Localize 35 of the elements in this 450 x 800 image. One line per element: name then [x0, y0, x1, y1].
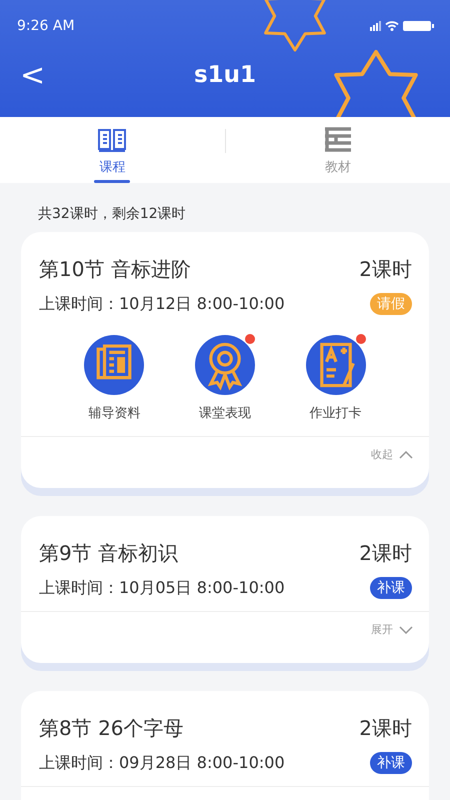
star-icon [334, 50, 418, 117]
lesson-hours: 2课时 [359, 540, 412, 567]
action-button[interactable]: 作业打卡 [306, 335, 366, 422]
lesson-time: 上课时间：10月05日 8:00-10:00 [39, 578, 285, 598]
toggle-button[interactable]: 展开 [371, 622, 413, 637]
page-title: s1u1 [194, 62, 256, 88]
book-icon [97, 127, 128, 153]
lesson-summary: 共32课时，剩余12课时 [38, 205, 187, 223]
action-button[interactable]: 辅导资料 [84, 335, 144, 422]
lesson-time: 上课时间：09月28日 8:00-10:00 [39, 752, 285, 774]
back-button[interactable]: < [14, 58, 52, 92]
document-icon [84, 335, 144, 395]
lesson-hours: 2课时 [359, 715, 412, 742]
status-time: 9:26 AM [17, 18, 75, 34]
lesson-title: 第9节 音标初识 [39, 540, 178, 567]
medal-icon [194, 335, 255, 395]
tab[interactable]: 教材 [226, 117, 450, 183]
status-tag: 补课 [370, 577, 412, 599]
tab[interactable]: 课程 [0, 117, 224, 183]
battery-icon [403, 21, 434, 31]
homework-icon [306, 335, 366, 395]
chevron-up-icon [399, 450, 413, 458]
wifi-icon [385, 21, 399, 31]
chevron-down-icon [399, 626, 413, 634]
status-tag: 补课 [370, 752, 412, 774]
lesson-title: 第8节 26个字母 [39, 715, 184, 742]
lesson-hours: 2课时 [359, 256, 412, 283]
action-button[interactable]: 课堂表现 [194, 335, 255, 422]
toggle-button[interactable]: 收起 [371, 447, 413, 462]
status-tag: 请假 [370, 293, 412, 315]
signal-icon [370, 21, 381, 31]
lesson-time: 上课时间：10月12日 8:00-10:00 [39, 294, 285, 314]
textbook-icon [324, 127, 352, 153]
lesson-title: 第10节 音标进阶 [39, 256, 191, 283]
star-icon [264, 0, 326, 52]
